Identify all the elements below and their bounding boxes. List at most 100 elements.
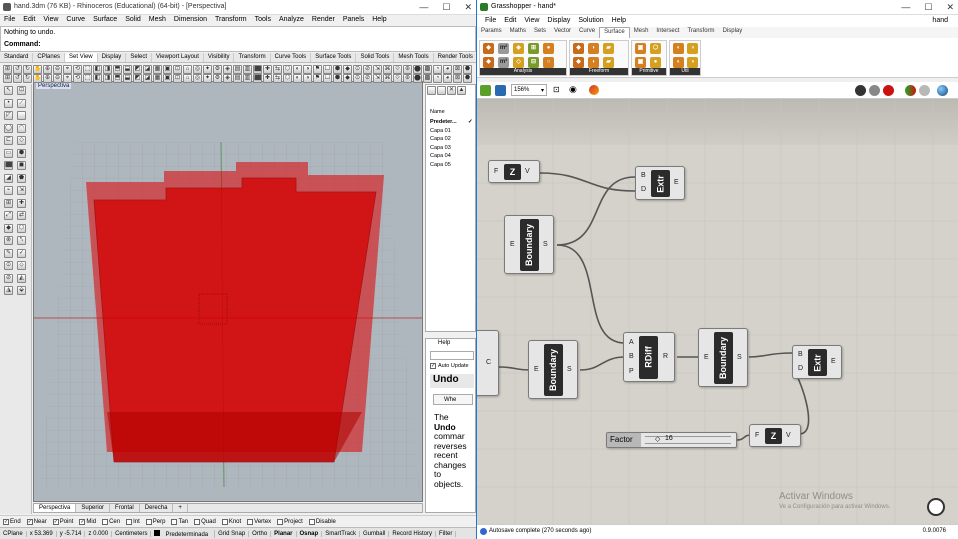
port-input-p[interactable]: P [629,368,634,375]
tool-icon-21[interactable]: ✦ [203,65,212,74]
component-left-partial[interactable]: C [477,330,499,396]
tool-icon-46[interactable]: ⊠ [453,65,462,74]
tool-icon-31[interactable]: ◑ [303,65,312,74]
tool-icon-row2-12[interactable]: ⬒ [113,74,122,83]
tool-icon-43[interactable]: ▩ [423,65,432,74]
tool-icon-29[interactable]: ⬡ [283,65,292,74]
gh-minimize-icon[interactable]: — [901,2,910,13]
osnap-checkbox[interactable] [277,518,284,525]
save-file-icon[interactable] [495,85,506,96]
left-tool-icon-29[interactable]: ⊙ [4,261,13,270]
new-layer-icon[interactable] [427,86,436,95]
menu-item-solid[interactable]: Solid [124,16,142,23]
tool-icon-row2-27[interactable]: ✚ [263,74,272,83]
tool-icon-row2-38[interactable]: ⇲ [373,74,382,83]
layer-row[interactable]: Capa 01 [430,128,451,134]
tool-icon-38[interactable]: ⇲ [373,65,382,74]
tool-icon-row2-36[interactable]: ⊙ [353,74,362,83]
tool-icon-row2-30[interactable]: ◐ [293,74,302,83]
menu-item-surface[interactable]: Surface [92,16,118,23]
toolbar-tab-render-tools[interactable]: Render Tools [434,53,476,62]
open-file-icon[interactable] [480,85,491,96]
tool-icon-25[interactable]: ▥ [243,65,252,74]
menu-item-render[interactable]: Render [311,16,336,23]
osnap-checkbox[interactable] [221,518,228,525]
gh-tab-transform[interactable]: Transform [683,27,718,38]
tool-icon-39[interactable]: ⌘ [383,65,392,74]
analysis-icon-9[interactable]: ⊟ [528,57,539,68]
tool-icon-row2-46[interactable]: ⊠ [453,74,462,83]
gh-menu-edit[interactable]: Edit [503,17,517,24]
component-region-difference[interactable]: A B P RDiff R [623,332,675,382]
gh-tab-sets[interactable]: Sets [530,27,550,38]
port-input-a[interactable]: A [629,339,634,346]
left-tool-icon-4[interactable]: ⟋ [17,98,26,108]
gh-tab-params[interactable]: Params [477,27,506,38]
gh-tab-vector[interactable]: Vector [550,27,575,38]
menu-item-tools[interactable]: Tools [254,16,272,23]
tool-icon-22[interactable]: ⚙ [213,65,222,74]
osnap-checkbox[interactable] [126,518,133,525]
osnap-int[interactable]: Int [126,518,140,525]
tool-icon-33[interactable]: ☐ [323,65,332,74]
preview-wire-icon[interactable] [869,85,880,96]
layer-row[interactable]: Capa 05 [430,162,451,168]
tool-icon-row2-18[interactable]: ⊡ [173,74,182,83]
gh-tab-display[interactable]: Display [719,27,747,38]
tool-icon-40[interactable]: ⟐ [393,65,402,74]
menu-item-edit[interactable]: Edit [22,16,36,23]
menu-item-view[interactable]: View [42,16,59,23]
analysis-icon-6[interactable]: ◆ [483,57,494,68]
freeform-icon-5[interactable]: ◗ [588,57,599,68]
tool-icon-row2-28[interactable]: ⇆ [273,74,282,83]
tool-icon-row2-44[interactable]: ◔ [433,74,442,83]
preview-selected-icon[interactable] [883,85,894,96]
port-output-s[interactable]: S [567,366,572,373]
left-tool-icon-15[interactable]: ◢ [4,173,13,183]
primitive-icon-2[interactable]: ⬡ [650,43,661,54]
left-tool-icon-23[interactable]: ◆ [4,223,13,233]
tool-icon-20[interactable]: ◎ [193,65,202,74]
tool-icon-36[interactable]: ⊙ [353,65,362,74]
gh-tab-surface[interactable]: Surface [599,27,630,38]
tool-icon-8[interactable]: ⟲ [73,65,82,74]
number-slider-factor[interactable]: Factor ◇ 16 [606,432,737,448]
tool-icon-42[interactable]: ⬤ [413,65,422,74]
tool-icon-row2-22[interactable]: ⚙ [213,74,222,83]
left-tool-icon-31[interactable]: ⊘ [4,273,13,283]
layer-row[interactable]: Capa 04 [430,153,451,159]
tool-icon-row2-43[interactable]: ▩ [423,74,432,83]
menu-item-transform[interactable]: Transform [214,16,248,23]
gh-tab-intersect[interactable]: Intersect [652,27,683,38]
osnap-checkbox[interactable] [308,518,315,525]
analysis-icon-3[interactable]: ◈ [513,43,524,54]
component-extrude-top[interactable]: B D Extr E [635,166,685,200]
port-input-d[interactable]: D [641,186,646,193]
tool-icon-17[interactable]: ▣ [163,65,172,74]
tool-icon-44[interactable]: ◔ [433,65,442,74]
tool-icon-row2-23[interactable]: ◈ [223,74,232,83]
perspective-viewport[interactable]: Perspectiva [33,81,423,502]
status-cplane[interactable]: CPlane [0,530,27,537]
toolbar-tab-solid-tools[interactable]: Solid Tools [356,53,395,62]
left-tool-icon-11[interactable]: ▭ [4,148,13,158]
osnap-mid[interactable]: ✓ Mid [79,518,96,525]
tool-icon-12[interactable]: ⬒ [113,65,122,74]
tool-icon-row2-8[interactable]: ⟲ [73,74,82,83]
port-output-e[interactable]: E [674,179,679,186]
tool-icon-4[interactable]: ✋ [33,65,42,74]
tool-icon-row2-34[interactable]: ⬢ [333,74,342,83]
left-tool-icon-26[interactable]: ⤣ [17,236,26,245]
tool-icon-row2-26[interactable]: ⬛ [253,74,262,83]
auto-update-checkbox[interactable]: ✓ [430,363,436,369]
osnap-point[interactable]: ✓ Point [52,518,73,525]
tool-icon-row2-21[interactable]: ✦ [203,74,212,83]
port-output-e[interactable]: E [831,358,836,365]
toolbar-tab-mesh-tools[interactable]: Mesh Tools [394,53,434,62]
tool-icon-5[interactable]: ⊕ [43,65,52,74]
tool-icon-row2-13[interactable]: ⬓ [123,74,132,83]
tool-icon-row2-20[interactable]: ◎ [193,74,202,83]
tool-icon-18[interactable]: ⊡ [173,65,182,74]
viewport-title[interactable]: Perspectiva [36,83,72,89]
toolbar-tab-standard[interactable]: Standard [0,53,34,62]
